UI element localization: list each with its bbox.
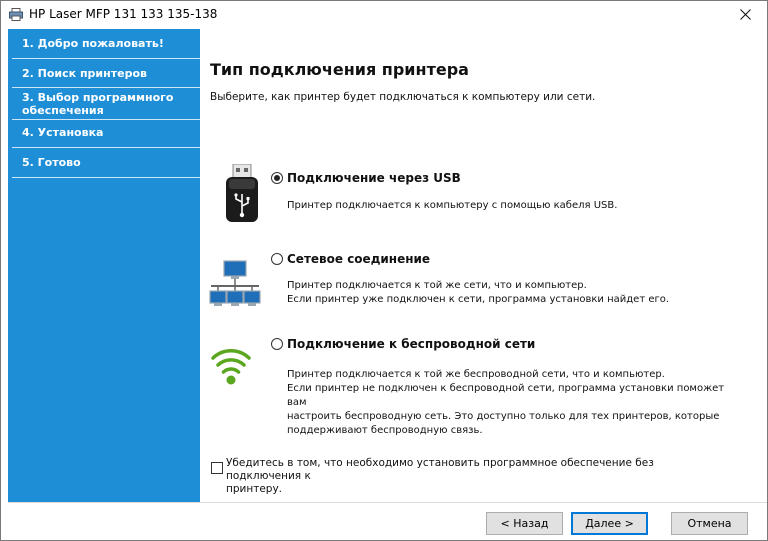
step-select-software-line2: обеспечения	[22, 104, 104, 117]
page-subtitle: Выберите, как принтер будет подключаться…	[210, 91, 596, 103]
cancel-button[interactable]: Отмена	[671, 512, 748, 535]
step-divider	[12, 119, 200, 120]
step-divider	[12, 87, 200, 88]
network-desc-line: Если принтер уже подключен к сети, прогр…	[287, 294, 670, 305]
network-option-title[interactable]: Сетевое соединение	[287, 252, 430, 266]
printer-app-icon	[9, 8, 23, 21]
usb-desc-line: Принтер подключается к компьютеру с помо…	[287, 200, 618, 211]
step-divider	[12, 147, 200, 148]
back-button[interactable]: < Назад	[486, 512, 563, 535]
close-icon	[739, 9, 751, 20]
step-divider	[12, 177, 200, 178]
main-content: Тип подключения принтера Выберите, как п…	[201, 29, 767, 502]
network-icon	[209, 260, 261, 306]
step-install: 4. Установка	[22, 126, 104, 139]
page-title: Тип подключения принтера	[210, 60, 469, 79]
wireless-desc-line: настроить беспроводную сеть. Это доступн…	[287, 411, 720, 422]
checkbox-label-line: принтеру.	[226, 483, 283, 495]
wireless-desc-line: поддерживают беспроводную связь.	[287, 425, 483, 436]
usb-radio[interactable]	[271, 172, 283, 184]
wireless-desc-line: Принтер подключается к той же беспроводн…	[287, 369, 665, 380]
usb-option-title[interactable]: Подключение через USB	[287, 171, 461, 185]
wireless-radio[interactable]	[271, 338, 283, 350]
no-printer-checkbox[interactable]	[211, 462, 223, 474]
checkbox-label-line: Убедитесь в том, что необходимо установи…	[226, 457, 654, 482]
footer-divider	[8, 502, 767, 503]
step-select-software: 3. Выбор программного обеспечения	[8, 91, 198, 117]
steps-sidebar: 1. Добро пожаловать! 2. Поиск принтеров …	[8, 29, 200, 502]
wireless-desc-line: Если принтер не подключен к беспроводной…	[287, 383, 725, 408]
step-select-software-line1: 3. Выбор программного	[22, 91, 174, 104]
step-divider	[12, 58, 200, 59]
network-radio[interactable]	[271, 253, 283, 265]
installer-window: HP Laser MFP 131 133 135-138 1. Добро по…	[0, 0, 768, 541]
usb-icon	[226, 164, 258, 222]
usb-option-desc: Принтер подключается к компьютеру с помо…	[287, 199, 742, 213]
step-welcome: 1. Добро пожаловать!	[22, 37, 164, 50]
next-button[interactable]: Далее >	[571, 512, 648, 535]
wireless-option-title[interactable]: Подключение к беспроводной сети	[287, 337, 535, 351]
close-button[interactable]	[723, 1, 767, 28]
window-title: HP Laser MFP 131 133 135-138	[29, 7, 218, 21]
step-done: 5. Готово	[22, 156, 81, 169]
network-desc-line: Принтер подключается к той же сети, что …	[287, 280, 587, 291]
network-option-desc: Принтер подключается к той же сети, что …	[287, 279, 742, 307]
title-bar[interactable]: HP Laser MFP 131 133 135-138	[1, 1, 767, 28]
no-printer-checkbox-label[interactable]: Убедитесь в том, что необходимо установи…	[226, 457, 706, 496]
step-find-printers: 2. Поиск принтеров	[22, 67, 147, 80]
wireless-option-desc: Принтер подключается к той же беспроводн…	[287, 368, 742, 438]
wifi-icon	[211, 349, 251, 385]
